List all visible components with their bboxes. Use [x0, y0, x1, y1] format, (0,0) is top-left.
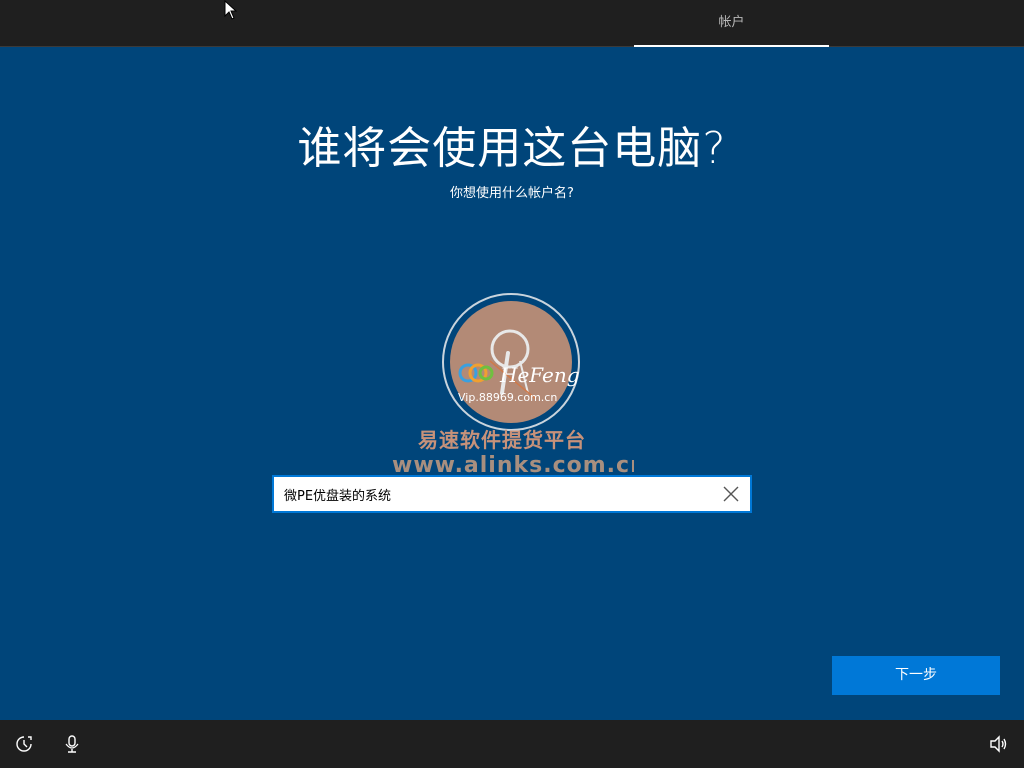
tab-account-label: 帐户: [718, 15, 745, 30]
setup-page: 谁将会使用这台电脑? 你想使用什么帐户名? HeFeng Vip.88969.c…: [0, 47, 1024, 720]
next-button[interactable]: 下一步: [832, 656, 1000, 695]
watermark-brand: HeFeng: [500, 363, 580, 387]
watermark-logo-icon: [458, 363, 494, 383]
volume-icon[interactable]: [988, 734, 1008, 754]
account-name-input[interactable]: [284, 477, 704, 511]
watermark: HeFeng Vip.88969.com.cn 易速软件提货平台 www.ali…: [392, 293, 634, 479]
watermark-platform: 易速软件提货平台: [418, 428, 586, 452]
watermark-site: www.alinks.com.cn: [392, 453, 634, 473]
tab-account[interactable]: 帐户: [634, 0, 829, 47]
account-name-field[interactable]: [272, 475, 752, 513]
page-title: 谁将会使用这台电脑?: [297, 123, 727, 174]
ease-of-access-icon[interactable]: [14, 734, 34, 754]
microphone-icon[interactable]: [62, 734, 82, 754]
bottom-bar: [0, 720, 1024, 768]
mouse-cursor-icon: [224, 0, 238, 20]
watermark-url: Vip.88969.com.cn: [458, 391, 558, 404]
page-subtitle: 你想使用什么帐户名?: [450, 186, 574, 201]
top-bar: 帐户: [0, 0, 1024, 47]
close-icon[interactable]: [720, 483, 742, 505]
